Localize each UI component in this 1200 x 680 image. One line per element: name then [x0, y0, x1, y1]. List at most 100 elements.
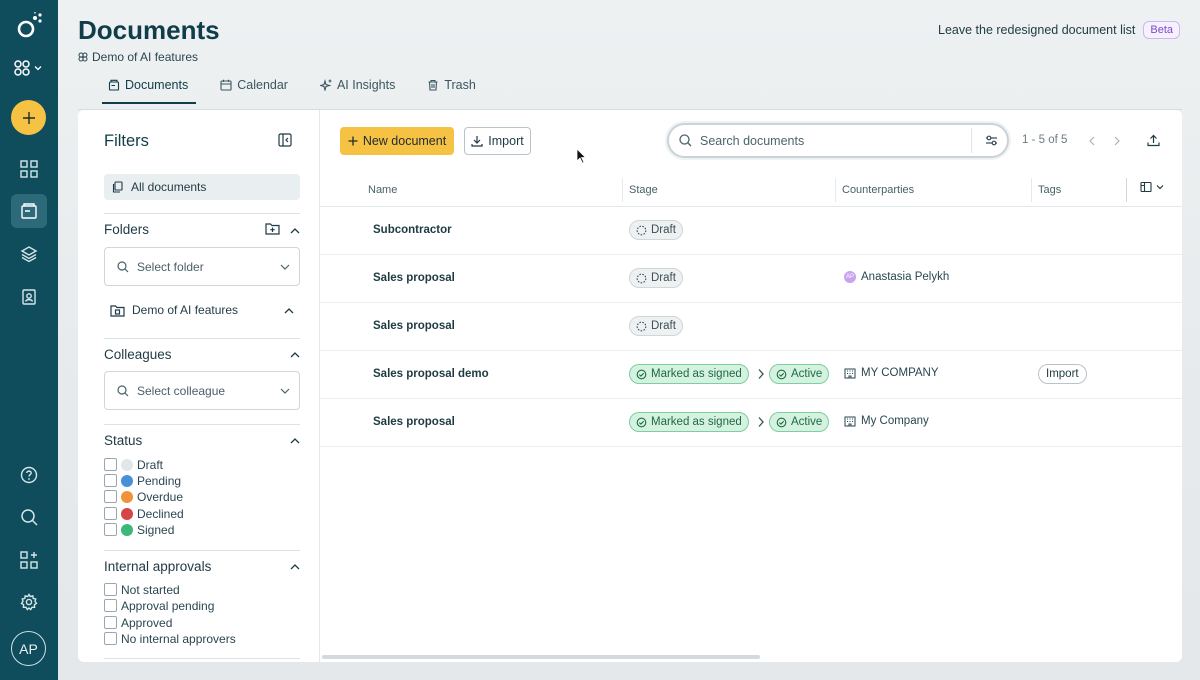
horizontal-scrollbar[interactable]: [322, 655, 760, 659]
add-folder-icon[interactable]: [265, 222, 280, 235]
nav-dashboard[interactable]: [11, 152, 47, 186]
colleague-select[interactable]: Select colleague: [104, 371, 300, 410]
nav-settings[interactable]: [11, 585, 47, 619]
column-header-name[interactable]: Name: [368, 184, 397, 196]
user-avatar[interactable]: AP: [11, 631, 46, 666]
chevron-up-icon[interactable]: [290, 562, 300, 572]
export-icon[interactable]: [1147, 134, 1160, 147]
chevron-right-icon[interactable]: [1113, 136, 1121, 146]
counterparty-avatar: AP: [844, 271, 856, 283]
column-divider[interactable]: [1031, 178, 1032, 202]
chevron-left-icon[interactable]: [1088, 136, 1096, 146]
section-divider: [104, 658, 300, 659]
checkbox[interactable]: [104, 583, 117, 596]
check-circle-icon: [636, 369, 647, 379]
section-divider: [104, 213, 300, 214]
table-row[interactable]: Sales proposal demo Marked as signed Act…: [320, 351, 1182, 399]
nav-documents[interactable]: [11, 194, 47, 228]
counterparty[interactable]: My Company: [844, 415, 929, 427]
counterparty[interactable]: MY COMPANY: [844, 367, 939, 379]
column-header-stage[interactable]: Stage: [629, 184, 658, 196]
checkbox[interactable]: [104, 632, 117, 645]
folder-icon: [110, 304, 125, 317]
status-option-draft[interactable]: Draft: [104, 457, 163, 472]
checkbox[interactable]: [104, 523, 117, 536]
folder-item[interactable]: Demo of AI features: [110, 303, 238, 317]
tab-ai-insights[interactable]: AI Insights: [316, 74, 397, 104]
search-placeholder[interactable]: Search documents: [700, 134, 804, 148]
chevron-up-icon[interactable]: [290, 350, 300, 360]
building-icon: [844, 368, 856, 379]
checkbox[interactable]: [104, 490, 117, 503]
column-divider[interactable]: [835, 178, 836, 202]
search-icon: [117, 384, 129, 396]
import-button[interactable]: Import: [464, 127, 531, 155]
search-icon: [117, 260, 129, 272]
chevron-up-icon[interactable]: [290, 226, 300, 236]
status-option-declined[interactable]: Declined: [104, 506, 184, 521]
logo-icon[interactable]: [15, 12, 43, 40]
tab-documents[interactable]: Documents: [101, 74, 197, 104]
nav-templates[interactable]: [11, 237, 47, 271]
status-option-signed[interactable]: Signed: [104, 522, 174, 537]
leave-redesign-text[interactable]: Leave the redesigned document list: [938, 23, 1135, 37]
tab-trash[interactable]: Trash: [423, 74, 478, 104]
filter-settings-icon[interactable]: [985, 134, 998, 147]
check-circle-icon: [636, 417, 647, 427]
folder-select[interactable]: Select folder: [104, 247, 300, 286]
tab-calendar[interactable]: Calendar: [216, 74, 290, 104]
leave-redesign-link[interactable]: Leave the redesigned document list Beta: [938, 21, 1180, 39]
checkbox[interactable]: [104, 458, 117, 471]
workspace-switcher[interactable]: [13, 58, 45, 78]
status-option-pending[interactable]: Pending: [104, 473, 181, 488]
copy-icon: [112, 181, 123, 193]
nav-help[interactable]: [11, 458, 47, 492]
checkbox[interactable]: [104, 616, 117, 629]
create-button[interactable]: [11, 100, 46, 135]
column-settings-button[interactable]: [1140, 181, 1164, 193]
mouse-cursor-icon: [576, 148, 587, 164]
approval-option-approved[interactable]: Approved: [104, 615, 172, 630]
table-row[interactable]: Subcontractor Draft: [320, 207, 1182, 255]
filters-title: Filters: [104, 132, 149, 150]
workspace-icon: [14, 60, 30, 76]
nav-search[interactable]: [11, 500, 47, 534]
table-row[interactable]: Sales proposal Marked as signed Active M…: [320, 399, 1182, 447]
nav-integrations[interactable]: [11, 543, 47, 577]
checkbox[interactable]: [104, 599, 117, 612]
column-header-counterparties[interactable]: Counterparties: [842, 184, 914, 196]
document-name[interactable]: Sales proposal demo: [373, 368, 489, 380]
counterparty[interactable]: AP Anastasia Pelykh: [844, 271, 949, 283]
document-name[interactable]: Sales proposal: [373, 272, 455, 284]
column-divider[interactable]: [622, 178, 623, 202]
approval-option-none[interactable]: No internal approvers: [104, 631, 236, 646]
document-name[interactable]: Sales proposal: [373, 320, 455, 332]
all-documents-item[interactable]: All documents: [104, 174, 300, 200]
search-box[interactable]: Search documents: [667, 123, 1009, 158]
import-label: Import: [488, 134, 524, 148]
approval-option-not-started[interactable]: Not started: [104, 582, 180, 597]
chevron-up-icon[interactable]: [290, 436, 300, 446]
chevron-up-icon[interactable]: [284, 306, 294, 316]
approval-option-pending[interactable]: Approval pending: [104, 598, 214, 613]
check-circle-icon: [776, 417, 787, 427]
status-option-overdue[interactable]: Overdue: [104, 489, 183, 504]
internal-approvals-title: Internal approvals: [104, 559, 212, 574]
status-dot: [121, 523, 133, 536]
table-row[interactable]: Sales proposal Draft AP Anastasia Pelykh: [320, 255, 1182, 303]
new-document-button[interactable]: New document: [340, 127, 454, 155]
columns-icon: [1140, 181, 1152, 193]
download-icon: [471, 136, 483, 147]
checkbox[interactable]: [104, 507, 117, 520]
document-name[interactable]: Sales proposal: [373, 416, 455, 428]
collapse-panel-icon[interactable]: [278, 133, 292, 147]
nav-contacts[interactable]: [11, 280, 47, 314]
column-header-tags[interactable]: Tags: [1038, 184, 1061, 196]
search-icon: [679, 134, 692, 147]
table-row[interactable]: Sales proposal Draft: [320, 303, 1182, 351]
checkbox[interactable]: [104, 474, 117, 487]
filters-panel: Filters All documents Folders Select fol…: [78, 110, 320, 662]
document-name[interactable]: Subcontractor: [373, 224, 452, 236]
tag-chip[interactable]: Import: [1038, 364, 1087, 384]
workspace-subtitle: Demo of AI features: [78, 50, 198, 64]
